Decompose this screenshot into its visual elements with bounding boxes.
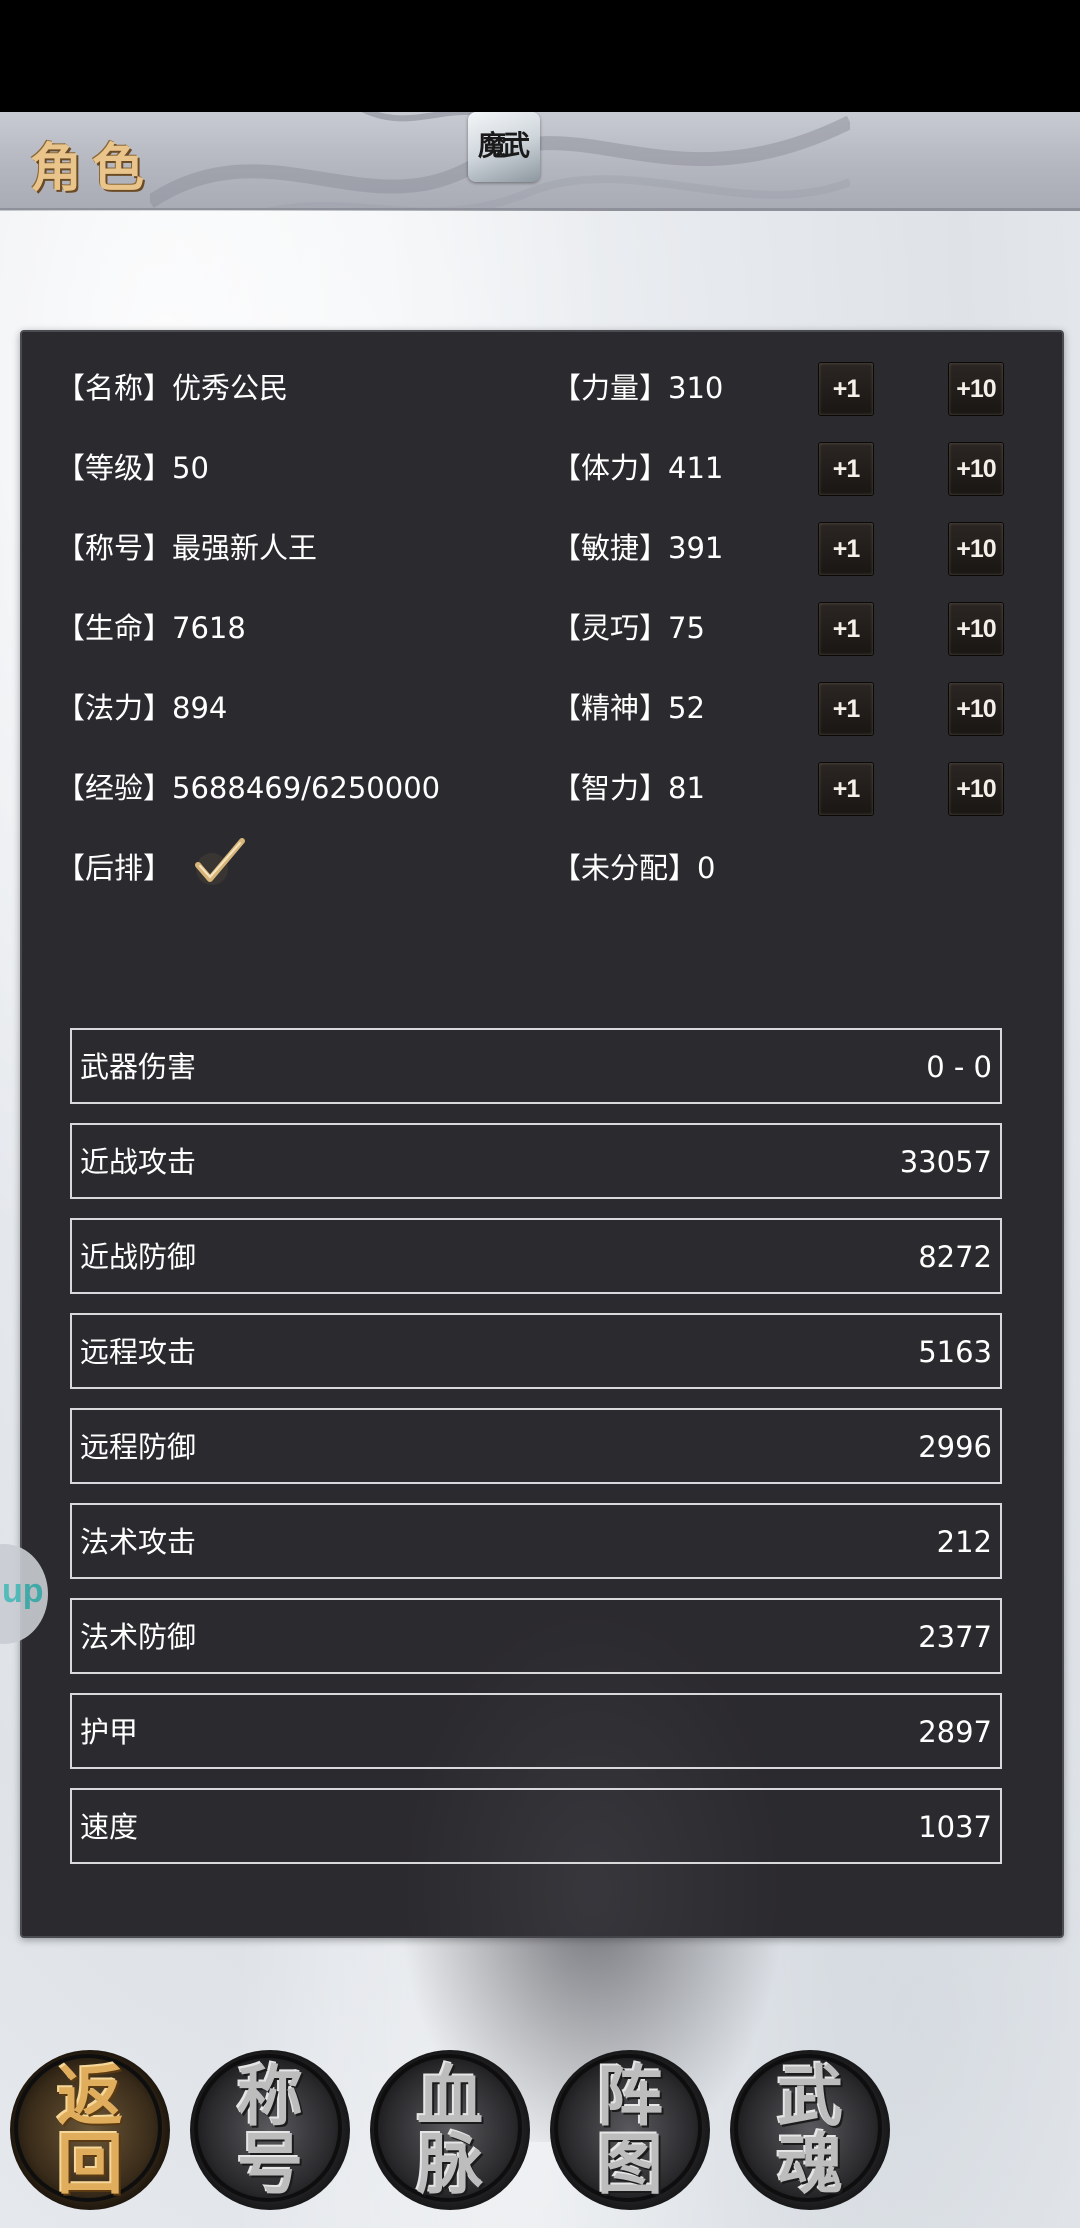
intelligence-plus1-button[interactable]: +1 <box>818 762 874 816</box>
name-row: 【名称】优秀公民 <box>56 371 289 405</box>
attr-dexterity: 【灵巧】75 <box>552 611 705 645</box>
character-name: 优秀公民 <box>172 371 289 405</box>
exp-value: 5688469/6250000 <box>172 771 441 805</box>
attr-strength: 【力量】310 <box>552 371 724 405</box>
unallocated-points: 【未分配】0 <box>552 851 716 885</box>
attr-intelligence: 【智力】81 <box>552 771 705 805</box>
stat-row: 护甲 2897 <box>70 1693 1002 1769</box>
title-value: 最强新人王 <box>172 531 318 565</box>
spirit-plus10-button[interactable]: +10 <box>948 682 1004 736</box>
mp-value: 894 <box>172 691 228 725</box>
title-row: 【称号】最强新人王 <box>56 531 318 565</box>
attr-stamina: 【体力】411 <box>552 451 724 485</box>
strength-plus10-button[interactable]: +10 <box>948 362 1004 416</box>
stat-row: 法术攻击 212 <box>70 1503 1002 1579</box>
page-title: 角色 <box>30 138 155 199</box>
stat-row: 法术防御 2377 <box>70 1598 1002 1674</box>
level-value: 50 <box>172 451 209 485</box>
spirit-plus1-button[interactable]: +1 <box>818 682 874 736</box>
level-row: 【等级】50 <box>56 451 209 485</box>
stamina-plus10-button[interactable]: +10 <box>948 442 1004 496</box>
stat-row: 速度 1037 <box>70 1788 1002 1864</box>
agility-plus10-button[interactable]: +10 <box>948 522 1004 576</box>
stat-row: 远程防御 2996 <box>70 1408 1002 1484</box>
attr-spirit: 【精神】52 <box>552 691 705 725</box>
stat-row: 远程攻击 5163 <box>70 1313 1002 1389</box>
status-bar <box>0 0 1080 112</box>
agility-plus1-button[interactable]: +1 <box>818 522 874 576</box>
hp-row: 【生命】7618 <box>56 611 246 645</box>
attr-agility: 【敏捷】391 <box>552 531 724 565</box>
dexterity-plus1-button[interactable]: +1 <box>818 602 874 656</box>
back-row-checkbox[interactable] <box>190 835 250 889</box>
nav-title-button[interactable]: 称 号 <box>190 2050 350 2210</box>
mp-row: 【法力】894 <box>56 691 228 725</box>
stat-row: 武器伤害 0 - 0 <box>70 1028 1002 1104</box>
nav-return-button[interactable]: 返 回 <box>10 2050 170 2210</box>
stat-row: 近战攻击 33057 <box>70 1123 1002 1199</box>
stat-row: 近战防御 8272 <box>70 1218 1002 1294</box>
header-bar: 角色 魔武 <box>0 112 1080 211</box>
hp-value: 7618 <box>172 611 246 645</box>
nav-martial-soul-button[interactable]: 武 魂 <box>730 2050 890 2210</box>
stamina-plus1-button[interactable]: +1 <box>818 442 874 496</box>
intelligence-plus10-button[interactable]: +10 <box>948 762 1004 816</box>
nav-bloodline-button[interactable]: 血 脉 <box>370 2050 530 2210</box>
exp-row: 【经验】5688469/6250000 <box>56 771 441 805</box>
dexterity-plus10-button[interactable]: +10 <box>948 602 1004 656</box>
nav-formation-button[interactable]: 阵 图 <box>550 2050 710 2210</box>
app-logo: 魔武 <box>468 112 540 182</box>
back-row-row: 【后排】 <box>56 851 173 885</box>
strength-plus1-button[interactable]: +1 <box>818 362 874 416</box>
